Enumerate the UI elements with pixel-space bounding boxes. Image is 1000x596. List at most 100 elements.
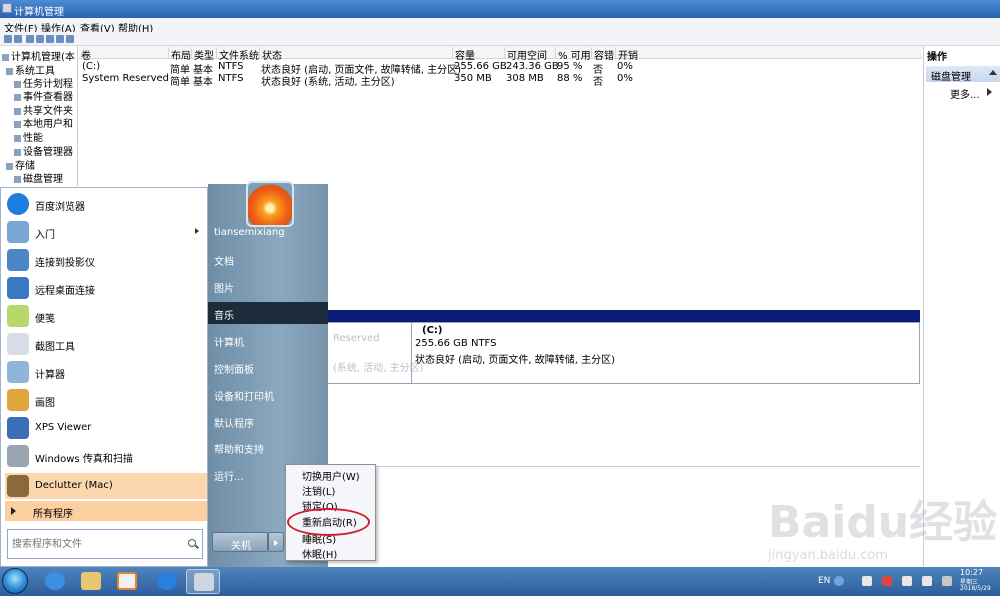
help-support-link[interactable]: 帮助和支持 — [208, 436, 328, 458]
taskbar-explorer[interactable] — [74, 569, 108, 594]
column-header[interactable]: 开销 — [615, 47, 638, 62]
partition-divider — [411, 323, 412, 383]
more-actions-link[interactable]: 更多... — [950, 86, 992, 101]
table-row[interactable]: System Reserved 简单 基本 NTFS 状态良好 (系统, 活动,… — [79, 73, 922, 88]
show-hide-tree-icon[interactable] — [36, 35, 44, 43]
pictures-link[interactable]: 图片 — [208, 275, 328, 297]
all-programs-label: 所有程序 — [33, 509, 73, 520]
computer-link[interactable]: 计算机 — [208, 329, 328, 351]
program-baidu-browser[interactable]: 百度浏览器 — [5, 191, 207, 217]
column-header[interactable]: 容量 — [452, 47, 475, 62]
table-cell: 基本 — [193, 77, 213, 88]
program-getting-started[interactable]: 入门 — [5, 219, 207, 245]
program-declutter[interactable]: Declutter (Mac) — [5, 473, 207, 499]
program-snipping-tool[interactable]: 截图工具 — [5, 331, 207, 357]
program-label: 百度浏览器 — [35, 202, 85, 213]
chevron-right-icon — [11, 507, 16, 515]
window-title: 计算机管理 — [14, 7, 64, 18]
devices-printers-link[interactable]: 设备和打印机 — [208, 383, 328, 405]
flag-icon[interactable] — [862, 576, 872, 586]
music-link[interactable]: 音乐 — [208, 302, 328, 324]
column-header[interactable]: 容错 — [591, 47, 614, 62]
link-label: 音乐 — [214, 311, 234, 322]
disk-header-strip — [326, 310, 920, 322]
tree-item-disk-management[interactable]: 磁盘管理 — [14, 170, 63, 185]
device-manager-icon — [14, 148, 21, 156]
table-cell: 0% — [617, 73, 633, 84]
tree-item-device-manager[interactable]: 设备管理器 — [14, 143, 73, 158]
help-icon[interactable] — [46, 35, 54, 43]
program-label: XPS Viewer — [35, 422, 92, 433]
link-label: 文档 — [214, 257, 234, 268]
documents-link[interactable]: 文档 — [208, 248, 328, 270]
disk-partition-box[interactable]: Reserved (系统, 活动, 主分区) (C:) 255.66 GB NT… — [326, 322, 920, 384]
column-header[interactable]: % 可用 — [555, 47, 591, 62]
program-xps-viewer[interactable]: XPS Viewer — [5, 415, 207, 441]
table-cell: 简单 — [170, 77, 190, 88]
battery-icon[interactable] — [902, 576, 912, 586]
performance-icon — [14, 134, 21, 142]
help-icon[interactable] — [834, 576, 844, 586]
program-remote-desktop[interactable]: 远程桌面连接 — [5, 275, 207, 301]
actions-disk-management-label: 磁盘管理 — [931, 72, 971, 83]
back-icon[interactable] — [4, 35, 12, 43]
taskbar-media-player[interactable] — [110, 569, 144, 594]
taskbar-baidu-browser[interactable] — [150, 569, 184, 594]
system-tray: EN 10:27 星期三 2018/5/29 — [810, 567, 1000, 596]
forward-icon[interactable] — [14, 35, 22, 43]
tree-item-computer-management[interactable]: 计算机管理(本 — [2, 48, 75, 63]
column-header[interactable]: 类型 — [191, 47, 214, 62]
clock-time[interactable]: 10:27 — [960, 568, 983, 577]
shutdown-options-button[interactable] — [268, 532, 284, 552]
program-sticky-notes[interactable]: 便笺 — [5, 303, 207, 329]
cloud-icon[interactable] — [942, 576, 952, 586]
volume-icon[interactable] — [922, 576, 932, 586]
program-label: 截图工具 — [35, 342, 75, 353]
column-header[interactable]: 卷 — [79, 47, 91, 62]
all-programs-button[interactable]: 所有程序 — [5, 501, 207, 521]
program-fax-scan[interactable]: Windows 传真和扫描 — [5, 443, 207, 469]
user-avatar[interactable] — [246, 181, 294, 227]
start-search-box[interactable] — [7, 529, 203, 559]
language-indicator[interactable]: EN — [818, 576, 830, 586]
paint-icon — [7, 389, 29, 411]
clock-date[interactable]: 2018/5/29 — [960, 585, 991, 592]
default-programs-link[interactable]: 默认程序 — [208, 410, 328, 432]
column-header[interactable]: 布局 — [168, 47, 191, 62]
menu-item-log-off[interactable]: 注销(L) — [288, 483, 374, 498]
column-header[interactable]: 可用空间 — [504, 47, 547, 62]
column-header[interactable]: 状态 — [259, 47, 282, 62]
link-label: 图片 — [214, 284, 234, 295]
taskbar-ie[interactable] — [38, 569, 72, 594]
search-icon[interactable] — [188, 539, 196, 547]
tree-item-performance[interactable]: 性能 — [14, 129, 43, 144]
program-label: 计算器 — [35, 370, 65, 381]
actions-header: 操作 — [927, 52, 947, 63]
tree-item-local-users[interactable]: 本地用户和 — [14, 115, 73, 130]
start-button[interactable] — [2, 568, 28, 594]
disk-icon — [14, 175, 21, 183]
baidu-watermark: Baidu经验 jingyan.baidu.com — [760, 486, 1000, 568]
properties-icon[interactable] — [56, 35, 64, 43]
chevron-right-icon — [195, 228, 199, 234]
program-projector[interactable]: 连接到投影仪 — [5, 247, 207, 273]
program-paint[interactable]: 画图 — [5, 387, 207, 413]
shutdown-button[interactable]: 关机 — [212, 532, 268, 552]
link-label: 设备和打印机 — [214, 392, 274, 403]
menu-item-hibernate[interactable]: 休眠(H) — [288, 546, 374, 561]
tree-item-event-viewer[interactable]: 事件查看器 — [14, 88, 73, 103]
program-calculator[interactable]: 计算器 — [5, 359, 207, 385]
taskbar-computer-management[interactable] — [186, 569, 220, 594]
menu-item-switch-user[interactable]: 切换用户(W) — [288, 468, 374, 483]
network-icon[interactable] — [882, 576, 892, 586]
volume-list-header: 卷 布局 类型 文件系统 状态 容量 可用空间 % 可用 容错 开销 — [79, 46, 922, 62]
column-header[interactable]: 文件系统 — [216, 47, 259, 62]
control-panel-link[interactable]: 控制面板 — [208, 356, 328, 378]
refresh-icon[interactable] — [66, 35, 74, 43]
actions-disk-management[interactable]: 磁盘管理 — [926, 66, 1000, 83]
up-icon[interactable] — [26, 35, 34, 43]
search-input[interactable] — [12, 537, 182, 551]
user-folder-link[interactable]: tiansemixiang — [208, 222, 328, 244]
program-label: 连接到投影仪 — [35, 258, 95, 269]
collapse-icon[interactable] — [989, 70, 997, 75]
